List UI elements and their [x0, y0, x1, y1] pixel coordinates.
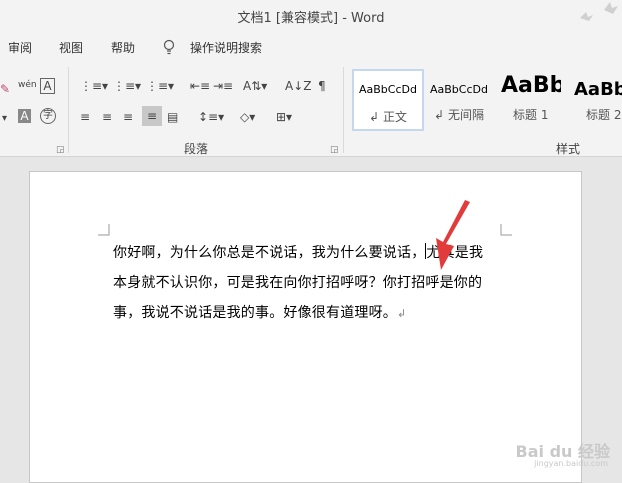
- line-spacing-icon[interactable]: ↕≡▾: [198, 109, 224, 125]
- style-heading-2[interactable]: AaBb 标题 2: [566, 69, 622, 127]
- watermark-url: jingyan.baidu.com: [534, 459, 608, 468]
- style-heading-1[interactable]: AaBb 标题 1: [497, 69, 561, 127]
- multilevel-list-icon[interactable]: ⋮≡▾: [146, 78, 174, 94]
- style-name: 无间隔: [447, 108, 484, 122]
- style-name: 标题 2: [586, 108, 622, 122]
- character-shading-icon[interactable]: A: [18, 109, 31, 123]
- shading-icon[interactable]: ◇▾: [240, 109, 255, 125]
- tell-me-search[interactable]: 操作说明搜索: [190, 39, 262, 56]
- red-arrow-annotation-icon: [436, 200, 470, 270]
- show-formatting-icon[interactable]: ¶: [318, 78, 326, 94]
- dropdown-arrow-icon[interactable]: ▾: [2, 111, 7, 127]
- text-line-content: 事，我说不说话是我的事。好像很有道理呀。: [113, 305, 397, 321]
- justify-icon[interactable]: ≡: [142, 106, 162, 126]
- style-sample: AaBbCcDd: [359, 83, 417, 96]
- align-center-icon[interactable]: ≡: [102, 109, 112, 125]
- style-sample: AaBb: [574, 79, 622, 100]
- style-no-spacing[interactable]: AaBbCcDd ↲ 无间隔: [424, 69, 494, 127]
- paragraph-mark-icon: ↲: [397, 307, 407, 320]
- align-right-icon[interactable]: ≡: [123, 109, 133, 125]
- window-title: 文档1 [兼容模式] - Word: [237, 11, 385, 26]
- menu-view[interactable]: 视图: [59, 39, 83, 56]
- ribbon-divider: [68, 67, 69, 153]
- numbering-icon[interactable]: ⋮≡▾: [113, 78, 141, 94]
- distributed-icon[interactable]: ▤: [167, 109, 178, 125]
- margin-corner-mark-icon: [500, 224, 512, 236]
- align-left-icon[interactable]: ≡: [80, 109, 90, 125]
- text-line: 事，我说不说话是我的事。好像很有道理呀。↲: [113, 298, 503, 329]
- lightbulb-icon: [163, 39, 175, 55]
- paragraph-mark-icon: ↲: [369, 110, 380, 124]
- title-bar: 文档1 [兼容模式] - Word: [0, 0, 622, 44]
- bullets-icon[interactable]: ⋮≡▾: [80, 78, 108, 94]
- decrease-indent-icon[interactable]: ⇤≡: [190, 78, 210, 94]
- sort-icon[interactable]: A↓Z: [285, 78, 311, 94]
- menu-review[interactable]: 审阅: [8, 39, 32, 56]
- menu-bar: 审阅 视图 帮助 操作说明搜索: [0, 33, 622, 61]
- style-sample: AaBb: [501, 73, 561, 98]
- text-line: 本身就不认识你，可是我在向你打招呼呀？你打招呼是你的: [113, 275, 483, 291]
- style-name: 正文: [382, 110, 407, 124]
- eraser-icon[interactable]: ✎: [0, 81, 10, 97]
- document-page[interactable]: 你好啊，为什么你总是不说话，我为什么要说话，尤其是我 本身就不认识你，可是我在向…: [29, 171, 582, 483]
- ribbon-divider: [343, 67, 344, 153]
- document-area: 你好啊，为什么你总是不说话，我为什么要说话，尤其是我 本身就不认识你，可是我在向…: [0, 157, 622, 483]
- borders-icon[interactable]: ⊞▾: [276, 109, 292, 125]
- increase-indent-icon[interactable]: ⇥≡: [213, 78, 233, 94]
- margin-corner-mark-icon: [98, 224, 110, 236]
- ribbon: ✎ wén A ▾ A 字 ◲ ⋮≡▾ ⋮≡▾ ⋮≡▾ ⇤≡ ⇥≡ A⇅▾ A↓…: [0, 61, 622, 157]
- text-direction-icon[interactable]: A⇅▾: [243, 78, 267, 94]
- paragraph-mark-icon: ↲: [434, 108, 445, 122]
- phonetic-guide-icon[interactable]: wén: [18, 77, 37, 93]
- menu-help[interactable]: 帮助: [111, 39, 135, 56]
- character-border-icon[interactable]: A: [40, 78, 55, 94]
- paragraph-group-label: 段落: [184, 142, 209, 156]
- styles-group-label: 样式: [556, 142, 581, 156]
- enclose-characters-icon[interactable]: 字: [40, 108, 56, 124]
- paragraph-dialog-launcher-icon[interactable]: ◲: [330, 145, 339, 155]
- font-dialog-launcher-icon[interactable]: ◲: [56, 145, 65, 155]
- style-sample: AaBbCcDd: [430, 83, 488, 96]
- style-name: 标题 1: [513, 108, 549, 122]
- style-normal[interactable]: AaBbCcDd ↲ 正文: [352, 69, 424, 131]
- text-before-cursor: 你好啊，为什么你总是不说话，我为什么要说话，: [113, 245, 426, 261]
